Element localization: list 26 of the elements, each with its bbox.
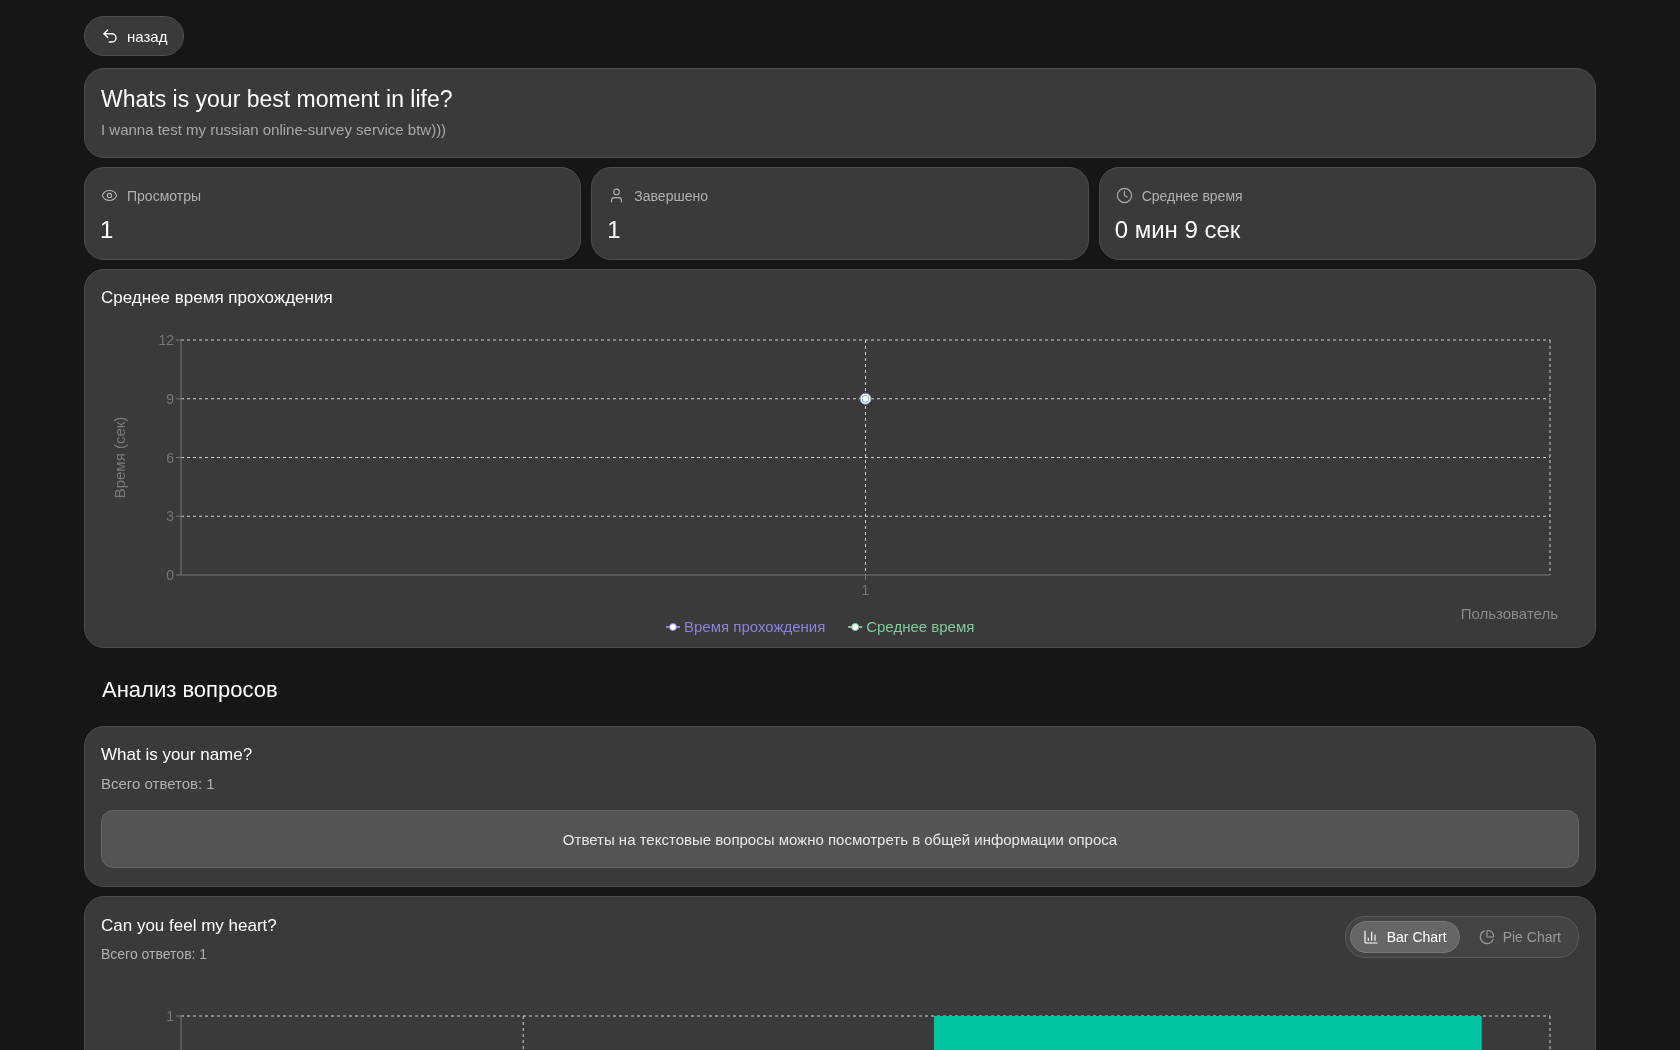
x-axis-label: Пользователь	[1460, 605, 1558, 622]
axis-tick-label: 0	[166, 567, 174, 583]
legend-label: Время прохождения	[684, 618, 826, 635]
chart-title: Среднее время прохождения	[101, 288, 334, 308]
legend-label: Среднее время	[866, 618, 975, 635]
axis-tick-label: 3	[166, 508, 174, 525]
survey-title: Whats is your best moment in life?	[101, 86, 454, 113]
stat-value: 1	[100, 216, 115, 244]
y-axis-label: Время (сек)	[111, 416, 128, 499]
survey-description: I wanna test my russian online-survey service btw)))	[101, 121, 448, 138]
answer-count: Всего ответов: 1	[101, 775, 216, 792]
stat-label: Просмотры	[127, 187, 201, 204]
stat-label: Среднее время	[1141, 187, 1243, 204]
question-title: What is your name?	[101, 745, 254, 765]
axis-tick-label: 12	[158, 332, 174, 348]
axis-tick-label: 6	[166, 449, 174, 466]
axis-tick-label: 1	[166, 1008, 174, 1024]
stat-label: Завершено	[634, 187, 708, 204]
answer-count: Всего ответов: 1	[101, 946, 209, 962]
stat-value: 0 мин 9 сек	[1114, 216, 1242, 244]
info-note: Ответы на текстовые вопросы можно посмотреть в общей информации опроса	[101, 810, 1579, 868]
stat-value: 1	[607, 216, 622, 244]
section-heading: Анализ вопросов	[101, 676, 279, 704]
axis-tick-label: 1	[861, 582, 870, 598]
question-title: Can you feel my heart?	[101, 916, 277, 936]
axis-tick-label: 9	[166, 390, 174, 407]
